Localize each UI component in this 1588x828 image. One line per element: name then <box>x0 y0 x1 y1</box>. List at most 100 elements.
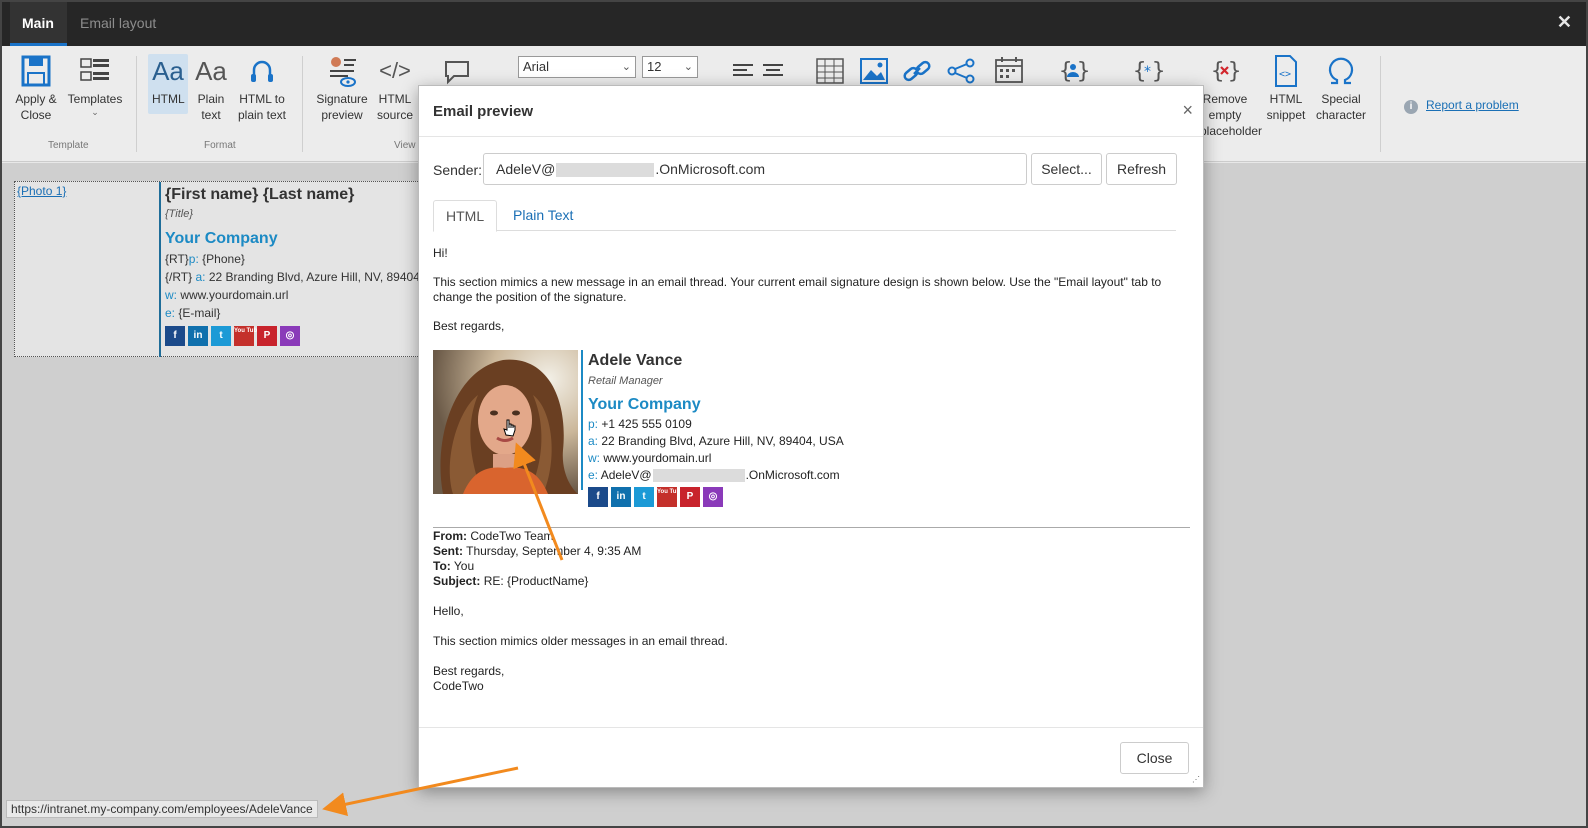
ribbon-divider <box>136 56 137 152</box>
calendar-icon[interactable] <box>994 56 1024 84</box>
twitter-icon[interactable]: t <box>211 326 231 346</box>
html-snippet-button[interactable]: <> HTML snippet <box>1264 54 1308 123</box>
report-problem-label: Report a problem <box>1426 98 1519 112</box>
html-source-button[interactable]: </> HTML source <box>376 54 414 123</box>
company-name[interactable]: Your Company <box>165 230 433 248</box>
tab-main[interactable]: Main <box>10 2 67 46</box>
remove-empty-placeholder-label: Remove empty placeholder <box>1200 92 1263 138</box>
web-line[interactable]: w: www.yourdomain.url <box>165 288 433 302</box>
plain-text-button[interactable]: Aa Plain text <box>194 54 228 123</box>
name-placeholder[interactable]: {First name} {Last name} <box>165 186 433 204</box>
phone-value: +1 425 555 0109 <box>601 417 692 431</box>
html-format-button[interactable]: Aa HTML <box>148 54 188 114</box>
web-value: www.yourdomain.url <box>180 288 289 302</box>
signature-phone: p: +1 425 555 0109 <box>588 417 844 431</box>
font-family-value: Arial <box>523 59 550 74</box>
sender-label: Sender: <box>433 162 483 178</box>
close-window-icon[interactable]: ✕ <box>1557 12 1572 33</box>
web-label: w: <box>588 451 600 465</box>
preview-message-body: Hi! This section mimics a new message in… <box>433 246 1193 348</box>
facebook-icon[interactable]: f <box>165 326 185 346</box>
refresh-button[interactable]: Refresh <box>1106 153 1177 185</box>
redacted-domain <box>652 469 745 483</box>
info-icon: i <box>1404 100 1418 114</box>
youtube-icon[interactable]: You Tube <box>657 487 683 508</box>
instagram-icon[interactable]: ◎ <box>703 487 723 508</box>
special-placeholder-icon[interactable]: {}* <box>1132 56 1164 86</box>
signature-details: Adele Vance Retail Manager Your Company … <box>588 352 844 508</box>
special-character-button[interactable]: Special character <box>1314 54 1368 123</box>
thread-signoff: CodeTwo <box>433 679 484 693</box>
phone-line[interactable]: {RT}p: {Phone} <box>165 252 433 266</box>
svg-text:}: } <box>1152 59 1164 84</box>
tab-plain-text[interactable]: Plain Text <box>501 200 585 232</box>
html-snippet-label: HTML snippet <box>1266 92 1306 122</box>
youtube-icon[interactable]: You Tube <box>234 326 260 346</box>
thread-sent: Sent: Thursday, September 4, 9:35 AM <box>433 544 728 559</box>
linkedin-icon[interactable]: in <box>188 326 208 346</box>
linkedin-icon[interactable]: in <box>611 487 631 508</box>
remove-placeholder-icon: {} <box>1211 59 1241 84</box>
align-left-icon[interactable] <box>732 62 754 80</box>
address-label: a: <box>588 434 599 448</box>
report-problem-link[interactable]: i Report a problem <box>1404 98 1519 114</box>
pinterest-icon[interactable]: P <box>680 487 700 508</box>
instagram-icon[interactable]: ◎ <box>280 326 300 346</box>
code-icon: </> <box>379 58 411 83</box>
web-value: www.yourdomain.url <box>603 451 712 465</box>
email-label: e: <box>165 306 176 320</box>
social-icons-row: f in t You Tube P ◎ <box>165 326 433 346</box>
share-icon[interactable] <box>946 58 976 84</box>
email-preview-dialog: Email preview × Sender: AdeleV@ .OnMicros… <box>418 85 1204 788</box>
font-family-select[interactable]: Arial ⌄ <box>518 56 636 78</box>
signature-template-table[interactable]: {Photo 1} {First name} {Last name} {Titl… <box>14 181 434 357</box>
employee-photo[interactable] <box>433 350 578 494</box>
signature-preview-label: Signature preview <box>316 92 368 122</box>
signature-email: e: AdeleV@ .OnMicrosoft.com <box>588 468 844 483</box>
remove-empty-placeholder-button[interactable]: {} Remove empty placeholder <box>1200 54 1262 139</box>
html-format-icon: Aa <box>152 56 184 86</box>
image-icon[interactable] <box>860 58 888 84</box>
phone-label: p: <box>588 417 599 431</box>
tab-html[interactable]: HTML <box>433 200 498 232</box>
sent-value: Thursday, September 4, 9:35 AM <box>466 544 642 558</box>
chat-icon[interactable] <box>442 58 472 86</box>
signature-preview-icon <box>330 57 356 87</box>
templates-icon <box>80 58 109 81</box>
app-window: Main Email layout ✕ Apply & Close Templa… <box>0 0 1588 828</box>
phone-placeholder: {Phone} <box>202 252 245 266</box>
tab-email-layout[interactable]: Email layout <box>68 2 168 46</box>
font-size-select[interactable]: 12 ⌄ <box>642 56 698 78</box>
table-icon[interactable] <box>816 58 844 84</box>
link-icon[interactable] <box>902 58 932 84</box>
close-icon[interactable]: × <box>1182 100 1193 121</box>
sender-input[interactable]: AdeleV@ .OnMicrosoft.com <box>483 153 1027 185</box>
apply-close-button[interactable]: Apply & Close <box>12 54 60 123</box>
user-placeholder-icon[interactable]: {} <box>1058 56 1088 86</box>
best-regards-text: Best regards, <box>433 319 505 333</box>
rendered-signature: Adele Vance Retail Manager Your Company … <box>433 350 1193 508</box>
thread-to: To: You <box>433 559 728 574</box>
align-center-icon[interactable] <box>762 62 784 80</box>
close-button[interactable]: Close <box>1120 742 1189 774</box>
dialog-header-divider <box>419 136 1203 137</box>
html-to-plain-button[interactable]: HTML to plain text <box>236 54 288 123</box>
signature-preview-button[interactable]: Signature preview <box>314 54 370 123</box>
email-line[interactable]: e: {E-mail} <box>165 306 433 320</box>
address-value: 22 Branding Blvd, Azure Hill, NV, 89404,… <box>601 434 844 448</box>
signature-title: Retail Manager <box>588 375 663 387</box>
subject-value: RE: {ProductName} <box>483 574 589 588</box>
address-line[interactable]: {/RT} a: 22 Branding Blvd, Azure Hill, N… <box>165 270 433 284</box>
pinterest-icon[interactable]: P <box>257 326 277 346</box>
facebook-icon[interactable]: f <box>588 487 608 508</box>
select-sender-button[interactable]: Select... <box>1031 153 1102 185</box>
portrait-image <box>433 350 578 494</box>
templates-button[interactable]: Templates ⌄ <box>66 54 124 117</box>
resize-handle-icon[interactable]: ⋰ <box>1192 776 1200 784</box>
photo-placeholder-link[interactable]: {Photo 1} <box>17 184 66 198</box>
save-icon <box>21 55 51 87</box>
twitter-icon[interactable]: t <box>634 487 654 508</box>
title-placeholder[interactable]: {Title} <box>165 208 433 220</box>
signature-template-text[interactable]: {First name} {Last name} {Title} Your Co… <box>165 186 433 346</box>
sender-prefix: AdeleV@ <box>496 161 556 177</box>
